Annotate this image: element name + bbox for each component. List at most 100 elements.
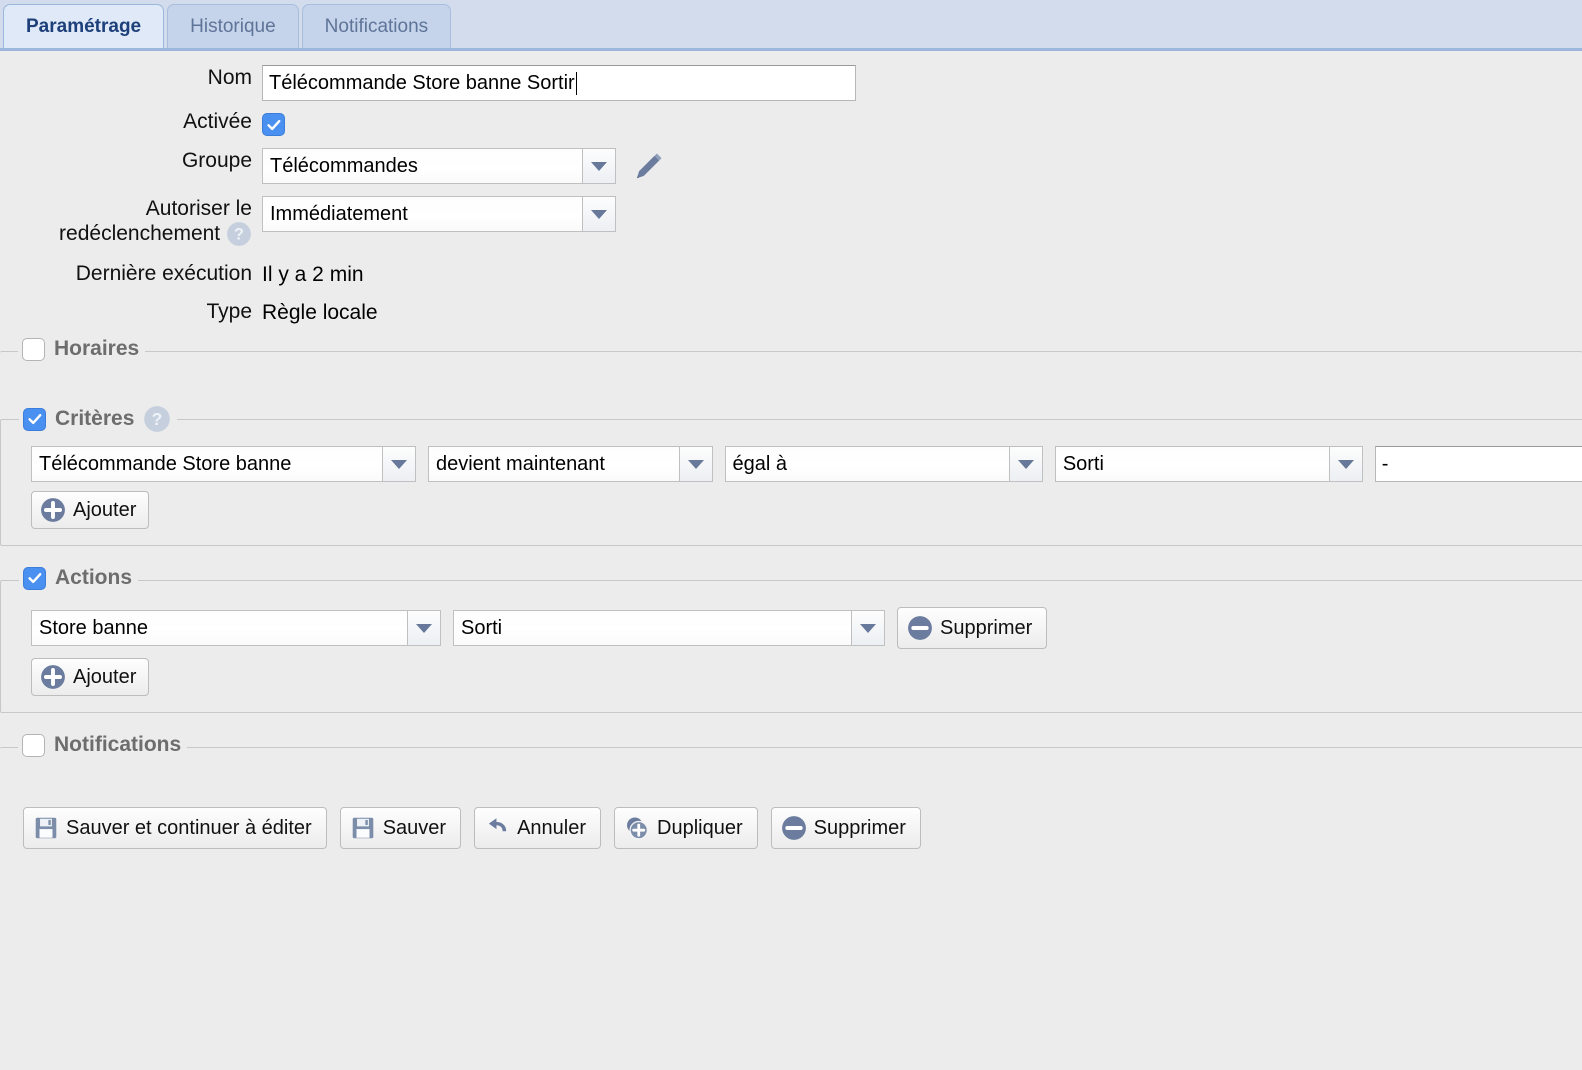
- action-state-select[interactable]: Sorti: [453, 610, 885, 647]
- help-icon[interactable]: ?: [143, 405, 171, 433]
- plus-circle-icon: [40, 497, 66, 523]
- help-icon[interactable]: ?: [226, 221, 252, 247]
- criteria-value-select[interactable]: Sorti: [1054, 446, 1363, 483]
- section-actions: Actions Store banne Sorti Supprimer Ajou…: [0, 566, 1582, 714]
- form-footer: Sauver et continuer à éditer Sauver Annu…: [0, 781, 1582, 850]
- settings-form: Nom Télécommande Store banne Sortir Acti…: [0, 51, 1582, 850]
- autoriser-label-line2-text: redéclenchement: [59, 222, 221, 245]
- criteres-add-label: Ajouter: [73, 498, 137, 521]
- chevron-down-icon: [678, 446, 713, 483]
- chevron-down-icon: [851, 610, 885, 647]
- field-row-autoriser: Autoriser le redéclenchement ? Immédiate…: [0, 196, 1582, 247]
- action-device-select[interactable]: Store banne: [31, 610, 441, 647]
- criteria-event-value: devient maintenant: [427, 446, 679, 483]
- action-row: Store banne Sorti Supprimer: [11, 607, 1582, 650]
- criteria-device-value: Télécommande Store banne: [31, 446, 382, 483]
- save-label: Sauver: [382, 816, 447, 839]
- action-delete-button[interactable]: Supprimer: [897, 607, 1048, 650]
- type-label: Type: [206, 300, 252, 324]
- notifications-checkbox[interactable]: [22, 733, 45, 757]
- nom-input-value: Télécommande Store banne Sortir: [269, 71, 575, 94]
- section-horaires: Horaires: [0, 337, 1582, 385]
- autoriser-select[interactable]: Immédiatement: [262, 196, 616, 232]
- chevron-down-icon: [1328, 446, 1363, 483]
- activee-label: Activée: [183, 110, 252, 133]
- chevron-down-icon: [407, 610, 441, 647]
- groupe-select[interactable]: Télécommandes: [262, 148, 616, 184]
- criteres-legend-label: Critères: [55, 407, 135, 431]
- svg-text:?: ?: [152, 410, 163, 430]
- horaires-legend: Horaires: [18, 337, 146, 362]
- actions-add-button[interactable]: Ajouter: [31, 658, 150, 697]
- plus-circle-icon: [40, 664, 66, 690]
- notifications-legend-label: Notifications: [54, 733, 182, 757]
- floppy-disk-icon: [350, 815, 376, 841]
- cancel-label: Annuler: [517, 816, 587, 839]
- minus-circle-icon: [907, 615, 933, 641]
- tab-notifications[interactable]: Notifications: [301, 4, 452, 48]
- autoriser-label: Autoriser le redéclenchement ?: [0, 196, 262, 247]
- chevron-down-icon: [381, 446, 416, 483]
- criteria-value-value: Sorti: [1054, 446, 1329, 483]
- autoriser-label-line2: redéclenchement ?: [0, 221, 252, 247]
- save-and-continue-label: Sauver et continuer à éditer: [66, 816, 312, 839]
- delete-label: Supprimer: [813, 816, 906, 839]
- criteria-device-select[interactable]: Télécommande Store banne: [31, 446, 416, 483]
- criteria-event-select[interactable]: devient maintenant: [427, 446, 713, 483]
- section-notifications: Notifications: [0, 733, 1582, 781]
- minus-circle-icon: [781, 815, 807, 841]
- activee-checkbox[interactable]: [262, 113, 285, 136]
- delete-button[interactable]: Supprimer: [770, 807, 921, 850]
- field-row-type: Type Règle locale: [0, 299, 1582, 325]
- derniere-execution-label: Dernière exécution: [75, 262, 252, 286]
- cancel-button[interactable]: Annuler: [474, 807, 602, 850]
- horaires-checkbox[interactable]: [22, 337, 45, 361]
- save-button[interactable]: Sauver: [339, 807, 462, 850]
- tab-bar: Paramétrage Historique Notifications: [0, 0, 1582, 51]
- duplicate-button[interactable]: Dupliquer: [614, 807, 758, 850]
- actions-legend-label: Actions: [55, 566, 133, 590]
- action-state-value: Sorti: [453, 610, 851, 647]
- nom-label: Nom: [207, 66, 252, 89]
- svg-text:?: ?: [234, 226, 244, 244]
- actions-checkbox[interactable]: [23, 566, 46, 590]
- type-value: Règle locale: [262, 301, 378, 325]
- action-delete-label: Supprimer: [940, 616, 1033, 639]
- text-cursor: [575, 71, 577, 95]
- action-device-value: Store banne: [31, 610, 407, 647]
- groupe-label: Groupe: [181, 149, 252, 172]
- save-and-continue-button[interactable]: Sauver et continuer à éditer: [23, 807, 327, 850]
- field-row-groupe: Groupe Télécommandes: [0, 148, 1582, 184]
- section-criteres: Critères ? Télécommande Store banne devi…: [0, 405, 1582, 547]
- floppy-disk-icon: [33, 815, 59, 841]
- criteria-operator-select[interactable]: égal à: [724, 446, 1043, 483]
- duplicate-label: Dupliquer: [657, 816, 743, 839]
- field-row-activee: Activée: [0, 109, 1582, 136]
- field-row-nom: Nom Télécommande Store banne Sortir: [0, 65, 1582, 101]
- autoriser-select-value: Immédiatement: [262, 196, 582, 232]
- nom-input[interactable]: Télécommande Store banne Sortir: [262, 65, 856, 101]
- field-row-derniere-execution: Dernière exécution Il y a 2 min: [0, 261, 1582, 287]
- edit-pencil-icon[interactable]: [632, 150, 665, 183]
- tab-label: Notifications: [324, 15, 429, 37]
- derniere-execution-value: Il y a 2 min: [262, 263, 364, 287]
- duplicate-icon: [624, 815, 650, 841]
- actions-legend: Actions: [19, 566, 139, 591]
- tab-parametrage[interactable]: Paramétrage: [3, 4, 165, 48]
- undo-arrow-icon: [484, 815, 510, 841]
- criteria-extra-input[interactable]: -: [1374, 446, 1582, 483]
- tab-historique[interactable]: Historique: [167, 4, 299, 48]
- chevron-down-icon: [582, 196, 616, 232]
- chevron-down-icon: [582, 148, 616, 184]
- criteria-row: Télécommande Store banne devient mainten…: [11, 446, 1582, 483]
- autoriser-label-line1: Autoriser le: [145, 197, 252, 220]
- criteres-add-button[interactable]: Ajouter: [31, 491, 150, 530]
- tab-label: Paramétrage: [26, 15, 142, 37]
- criteria-operator-value: égal à: [724, 446, 1009, 483]
- horaires-legend-label: Horaires: [54, 337, 140, 361]
- criteres-legend: Critères ?: [19, 405, 178, 434]
- criteres-checkbox[interactable]: [23, 407, 46, 431]
- notifications-legend: Notifications: [18, 733, 188, 758]
- chevron-down-icon: [1008, 446, 1043, 483]
- criteria-extra-value: -: [1381, 452, 1389, 475]
